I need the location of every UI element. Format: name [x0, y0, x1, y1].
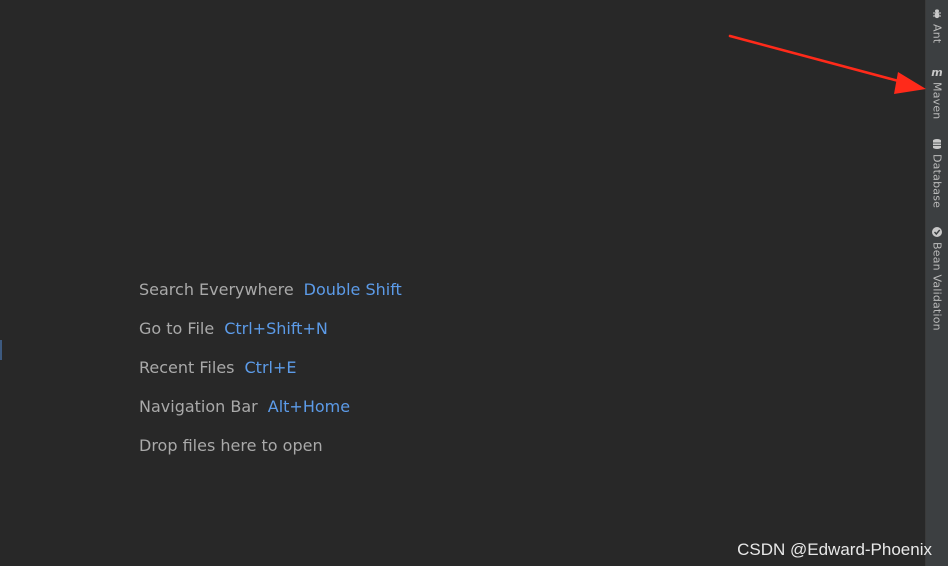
tool-window-label: Maven [930, 82, 944, 120]
tool-window-database[interactable]: Database [926, 138, 948, 208]
hint-drop-files: Drop files here to open [139, 436, 323, 456]
svg-text:m: m [931, 66, 942, 78]
tool-window-maven[interactable]: m Maven [926, 66, 948, 119]
database-icon [931, 138, 943, 150]
hint-shortcut: Alt+Home [267, 397, 351, 416]
maven-icon: m [931, 66, 943, 78]
hint-search-everywhere: Search Everywhere Double Shift [139, 280, 402, 300]
ide-window: Search Everywhere Double Shift Go to File… [0, 0, 948, 566]
hint-label: Go to File [139, 319, 215, 338]
tool-window-ant[interactable]: Ant [926, 8, 948, 43]
tool-window-label: Database [930, 154, 944, 209]
hint-shortcut: Double Shift [303, 280, 402, 299]
hint-label: Navigation Bar [139, 397, 258, 416]
hint-label: Recent Files [139, 358, 235, 377]
watermark: CSDN @Edward-Phoenix [737, 540, 932, 559]
tool-window-bean-validation[interactable]: Bean Validation [926, 226, 948, 331]
hint-shortcut: Ctrl+Shift+N [224, 319, 328, 338]
hint-label: Drop files here to open [139, 436, 323, 455]
tool-window-label: Ant [930, 24, 944, 44]
hint-shortcut: Ctrl+E [244, 358, 297, 377]
hint-label: Search Everywhere [139, 280, 294, 299]
hint-navigation-bar: Navigation Bar Alt+Home [139, 397, 350, 417]
hint-recent-files: Recent Files Ctrl+E [139, 358, 296, 378]
hint-go-to-file: Go to File Ctrl+Shift+N [139, 319, 328, 339]
tool-window-label: Bean Validation [930, 242, 944, 331]
ant-icon [931, 8, 943, 20]
editor-edge-marker [0, 340, 2, 360]
bean-validation-icon [931, 226, 943, 238]
right-tool-window-strip: Ant m Maven Database Bean Validation [926, 0, 948, 566]
empty-editor-area[interactable]: Search Everywhere Double Shift Go to File… [0, 0, 926, 566]
